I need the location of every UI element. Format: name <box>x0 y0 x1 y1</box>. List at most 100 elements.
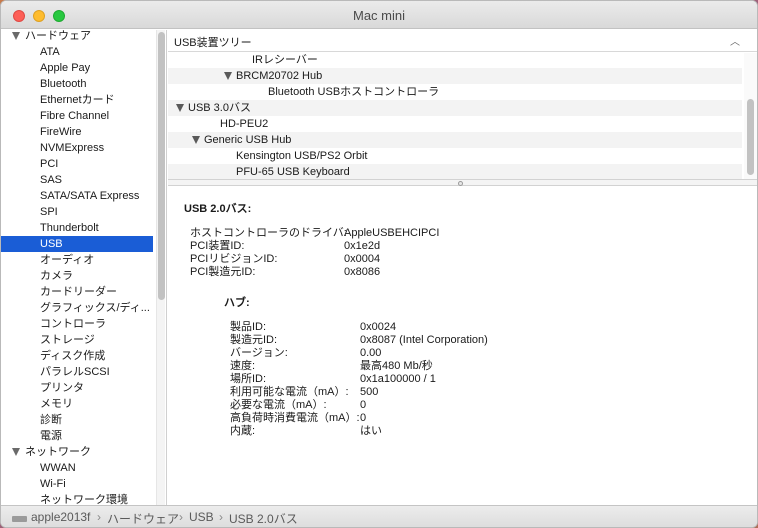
sidebar-item-wwan[interactable]: WWAN <box>1 460 153 476</box>
sidebar-item-label: Fibre Channel <box>40 110 110 122</box>
sidebar-item-spi[interactable]: SPI <box>1 204 153 220</box>
sidebar-item-label: SATA/SATA Express <box>40 190 140 202</box>
sidebar-item-row-20[interactable]: ディスク作成 <box>1 348 153 364</box>
sidebar-item-label: WWAN <box>40 462 76 474</box>
sidebar-scroll-thumb[interactable] <box>158 32 165 300</box>
field-key: 高負荷時消費電流（mA）: <box>230 412 360 424</box>
tree-scrollbar[interactable] <box>744 53 757 179</box>
sidebar-item-label: カードリーダー <box>40 286 117 298</box>
pane-splitter[interactable] <box>168 179 757 186</box>
splitter-handle-icon[interactable] <box>458 181 463 186</box>
sidebar-item-label: プリンタ <box>40 382 84 394</box>
detail-pane: USB 2.0バス: ホストコントローラのドライバ: AppleUSBEHCIPC… <box>168 187 757 505</box>
disclosure-triangle-icon[interactable] <box>12 448 20 456</box>
field-key: PCIリビジョンID: <box>190 253 278 265</box>
sidebar-item-label: Bluetooth <box>40 78 87 90</box>
field-value: 0 <box>360 412 367 424</box>
sidebar-item-label: Wi-Fi <box>40 478 66 490</box>
field-value: AppleUSBEHCIPCI <box>344 227 440 239</box>
disclosure-triangle-icon[interactable] <box>176 104 184 112</box>
field-key: 必要な電流（mA）: <box>230 399 327 411</box>
sidebar-item-row-22[interactable]: プリンタ <box>1 380 153 396</box>
breadcrumb-item[interactable]: ハードウェア <box>107 510 179 527</box>
sidebar-item-row-16[interactable]: カードリーダー <box>1 284 153 300</box>
sidebar-item-label: Ethernetカード <box>40 94 115 106</box>
sidebar-item-label: ストレージ <box>40 334 95 346</box>
chevron-right-icon: › <box>179 510 183 524</box>
sidebar-group-row-26[interactable]: ネットワーク <box>1 444 153 460</box>
sidebar: ハードウェア ATA Apple Pay Bluetooth Ethernetカード Fi… <box>1 30 167 505</box>
sidebar-item-sata-sata-express[interactable]: SATA/SATA Express <box>1 188 153 204</box>
field-value: 0x1e2d <box>344 240 381 252</box>
sidebar-item-row-25[interactable]: 電源 <box>1 428 153 444</box>
path-bar: apple2013f › ハードウェア › USB › USB 2.0バス <box>1 505 757 527</box>
field-value: 0x1a100000 / 1 <box>360 373 436 385</box>
field-key: 製品ID: <box>230 321 267 333</box>
sidebar-item-row-18[interactable]: コントローラ <box>1 316 153 332</box>
disclosure-triangle-icon[interactable] <box>12 32 20 40</box>
chevron-right-icon: › <box>219 510 223 524</box>
field-key: バージョン: <box>230 347 288 359</box>
tree-row[interactable]: PFU-65 USB Keyboard <box>168 164 742 179</box>
breadcrumb-item[interactable]: apple2013f <box>31 510 90 524</box>
sidebar-item-usb[interactable]: USB <box>1 236 153 252</box>
sidebar-item-row-14[interactable]: オーディオ <box>1 252 153 268</box>
system-information-window: Mac mini ハードウェア ATA Apple Pay Bluetooth Ethe… <box>0 0 758 528</box>
sidebar-item-ethernet[interactable]: Ethernetカード <box>1 92 153 108</box>
field-key: PCI装置ID: <box>190 240 245 252</box>
sidebar-item-row-15[interactable]: カメラ <box>1 268 153 284</box>
sidebar-item-label: SAS <box>40 174 63 186</box>
field-key: 場所ID: <box>230 373 267 385</box>
field-key: 内蔵: <box>230 425 256 437</box>
tree-row[interactable]: Generic USB Hub <box>168 132 742 148</box>
sidebar-item-row-19[interactable]: ストレージ <box>1 332 153 348</box>
tree-row[interactable]: Bluetooth USBホストコントローラ <box>168 84 742 100</box>
breadcrumb-item[interactable]: USB <box>189 510 214 524</box>
disclosure-triangle-icon[interactable] <box>192 136 200 144</box>
sidebar-item-pci[interactable]: PCI <box>1 156 153 172</box>
usb-tree-header[interactable]: USB装置ツリー ︿ <box>168 30 757 52</box>
sidebar-item-label: ディスク作成 <box>40 350 106 362</box>
field-value: 0 <box>360 399 367 411</box>
sidebar-item-label: FireWire <box>40 126 82 138</box>
field-key: ホストコントローラのドライバ: <box>190 227 347 239</box>
sidebar-item-scsi[interactable]: パラレルSCSI <box>1 364 153 380</box>
tree-row[interactable]: IRレシーバー <box>168 53 742 68</box>
sidebar-item-sas[interactable]: SAS <box>1 172 153 188</box>
sidebar-item-thunderbolt[interactable]: Thunderbolt <box>1 220 153 236</box>
chevron-up-icon[interactable]: ︿ <box>730 33 740 48</box>
sidebar-item-row-17[interactable]: グラフィックス/ディ... <box>1 300 153 316</box>
field-key: 利用可能な電流（mA）: <box>230 386 349 398</box>
breadcrumb-item[interactable]: USB 2.0バス <box>229 510 298 527</box>
sidebar-item-nvmexpress[interactable]: NVMExpress <box>1 140 153 156</box>
field-value: 0x8087 (Intel Corporation) <box>360 334 488 346</box>
sidebar-item-row-29[interactable]: ネットワーク環境 <box>1 492 153 505</box>
sidebar-item-fibre-channel[interactable]: Fibre Channel <box>1 108 153 124</box>
field-value: はい <box>360 425 382 437</box>
sidebar-item-label: コントローラ <box>40 318 106 330</box>
sidebar-item-apple-pay[interactable]: Apple Pay <box>1 60 153 76</box>
sidebar-item-ata[interactable]: ATA <box>1 44 153 60</box>
field-key: 速度: <box>230 360 256 372</box>
sidebar-item-wi-fi[interactable]: Wi-Fi <box>1 476 153 492</box>
sidebar-item-bluetooth[interactable]: Bluetooth <box>1 76 153 92</box>
disclosure-triangle-icon[interactable] <box>224 72 232 80</box>
tree-row[interactable]: USB 3.0バス <box>168 100 742 116</box>
tree-row[interactable]: HD-PEU2 <box>168 116 742 132</box>
sidebar-scrollbar[interactable] <box>156 30 165 505</box>
sidebar-item-label: NVMExpress <box>40 142 105 154</box>
chevron-right-icon: › <box>97 510 101 524</box>
tree-scroll-thumb[interactable] <box>747 99 754 175</box>
tree-row[interactable]: BRCM20702 Hub <box>168 68 742 84</box>
sidebar-group-row-0[interactable]: ハードウェア <box>1 30 153 44</box>
usb-tree-header-label: USB装置ツリー <box>174 37 252 49</box>
field-value: 0.00 <box>360 347 382 359</box>
sidebar-item-row-24[interactable]: 診断 <box>1 412 153 428</box>
tree-row[interactable]: Kensington USB/PS2 Orbit <box>168 148 742 164</box>
tree-row-label: IRレシーバー <box>252 54 318 66</box>
field-value: 0x0004 <box>344 253 381 265</box>
sidebar-item-label: Thunderbolt <box>40 222 99 234</box>
sidebar-item-firewire[interactable]: FireWire <box>1 124 153 140</box>
hub-title: ハブ: <box>224 297 250 309</box>
sidebar-item-row-23[interactable]: メモリ <box>1 396 153 412</box>
